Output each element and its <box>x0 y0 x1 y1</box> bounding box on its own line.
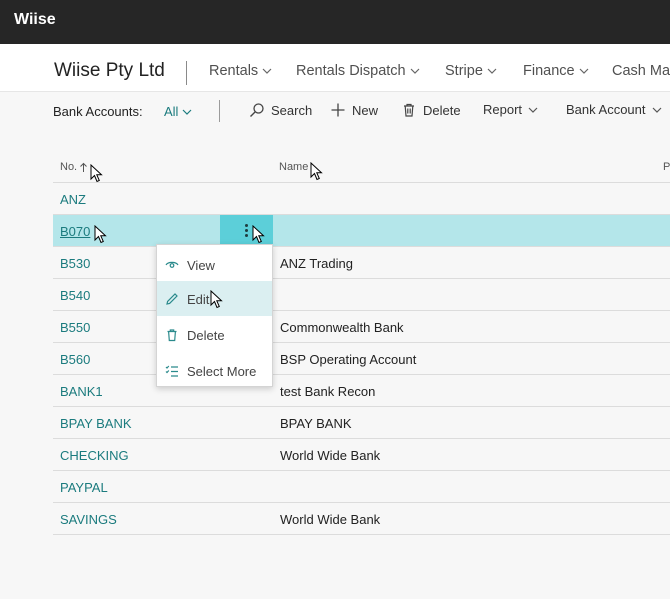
search-icon <box>250 103 264 117</box>
nav-item-finance[interactable]: Finance <box>523 63 589 79</box>
table-row[interactable]: B550 Commonwealth Bank <box>53 311 670 343</box>
table-row[interactable]: PAYPAL <box>53 471 670 503</box>
row-no-link[interactable]: CHECKING <box>60 448 129 463</box>
action-bar: Bank Accounts: All Search New Delete Rep… <box>0 92 670 130</box>
chevron-down-icon <box>652 107 661 113</box>
row-no-link[interactable]: B550 <box>60 320 90 335</box>
more-options-icon <box>245 224 248 227</box>
row-context-menu: View Edit Delete Select More <box>156 244 273 387</box>
row-name: test Bank Recon <box>280 384 376 399</box>
mouse-pointer-icon <box>210 290 223 309</box>
table-row[interactable]: B540 <box>53 279 670 311</box>
mouse-pointer-icon <box>252 225 265 244</box>
column-header-name[interactable]: Name <box>279 161 308 173</box>
row-name: Commonwealth Bank <box>280 320 404 335</box>
bank-account-menu[interactable]: Bank Account <box>566 102 662 117</box>
column-header-no[interactable]: No. <box>60 161 88 173</box>
sort-ascending-icon <box>80 162 87 172</box>
row-name: World Wide Bank <box>280 512 381 527</box>
row-no-link[interactable]: B560 <box>60 352 90 367</box>
menu-item-view[interactable]: View <box>157 247 272 282</box>
table-row[interactable]: CHECKING World Wide Bank <box>53 439 670 471</box>
row-no-link[interactable]: BANK1 <box>60 384 103 399</box>
row-no-link[interactable]: PAYPAL <box>60 480 108 495</box>
checklist-icon <box>165 365 178 377</box>
row-no-link[interactable]: B070 <box>60 224 90 239</box>
nav-divider <box>186 61 187 85</box>
row-no-link[interactable]: B540 <box>60 288 90 303</box>
navigation-bar: Wiise Pty Ltd Rentals Rentals Dispatch S… <box>0 44 670 92</box>
mouse-pointer-icon <box>310 162 323 181</box>
top-bar: Wiise <box>0 0 670 44</box>
eye-icon <box>165 261 179 268</box>
plus-icon <box>331 103 345 117</box>
chevron-down-icon <box>183 109 192 115</box>
new-button[interactable]: New <box>330 102 378 118</box>
row-actions-button[interactable] <box>220 215 273 247</box>
table-row[interactable]: SAVINGS World Wide Bank <box>53 503 670 535</box>
action-divider <box>219 100 220 122</box>
chevron-down-icon <box>487 68 497 74</box>
column-header-next[interactable]: P <box>663 161 670 173</box>
page-title: Bank Accounts: <box>53 104 143 119</box>
chevron-down-icon <box>410 68 420 74</box>
table-row[interactable]: B560 BSP Operating Account <box>53 343 670 375</box>
table-row[interactable]: BPAY BANK BPAY BANK <box>53 407 670 439</box>
filter-view-dropdown[interactable]: All <box>164 104 192 119</box>
chevron-down-icon <box>528 107 538 113</box>
pencil-icon <box>166 292 178 305</box>
row-no-link[interactable]: SAVINGS <box>60 512 117 527</box>
bank-accounts-list: No. Name P ANZ B070 B530 ANZ Trading B54… <box>53 150 670 535</box>
row-no-link[interactable]: B530 <box>60 256 90 271</box>
row-name: ANZ Trading <box>280 256 353 271</box>
list-header: No. Name P <box>53 150 670 183</box>
row-no-link[interactable]: BPAY BANK <box>60 416 132 431</box>
table-row[interactable]: ANZ <box>53 183 670 215</box>
mouse-pointer-icon <box>90 164 103 183</box>
nav-item-cash-management[interactable]: Cash Ma <box>612 63 670 79</box>
nav-item-rentals[interactable]: Rentals <box>209 63 272 79</box>
table-row[interactable]: B530 ANZ Trading <box>53 247 670 279</box>
nav-item-stripe[interactable]: Stripe <box>445 63 497 79</box>
chevron-down-icon <box>262 68 272 74</box>
table-row[interactable]: BANK1 test Bank Recon <box>53 375 670 407</box>
mouse-pointer-icon <box>94 225 107 244</box>
row-name: BSP Operating Account <box>280 352 417 367</box>
delete-button[interactable]: Delete <box>401 102 461 118</box>
brand-logo[interactable]: Wiise <box>14 11 56 29</box>
menu-item-delete[interactable]: Delete <box>157 317 272 352</box>
report-menu[interactable]: Report <box>483 102 538 117</box>
trash-icon <box>167 328 177 341</box>
chevron-down-icon <box>579 68 589 74</box>
trash-icon <box>404 103 414 117</box>
row-name: World Wide Bank <box>280 448 381 463</box>
search-button[interactable]: Search <box>249 102 312 118</box>
company-name[interactable]: Wiise Pty Ltd <box>54 60 165 82</box>
row-no-link[interactable]: ANZ <box>60 192 86 207</box>
table-row-selected[interactable]: B070 <box>53 215 670 247</box>
menu-item-select-more[interactable]: Select More <box>157 353 272 388</box>
row-name: BPAY BANK <box>280 416 352 431</box>
nav-item-rentals-dispatch[interactable]: Rentals Dispatch <box>296 63 420 79</box>
